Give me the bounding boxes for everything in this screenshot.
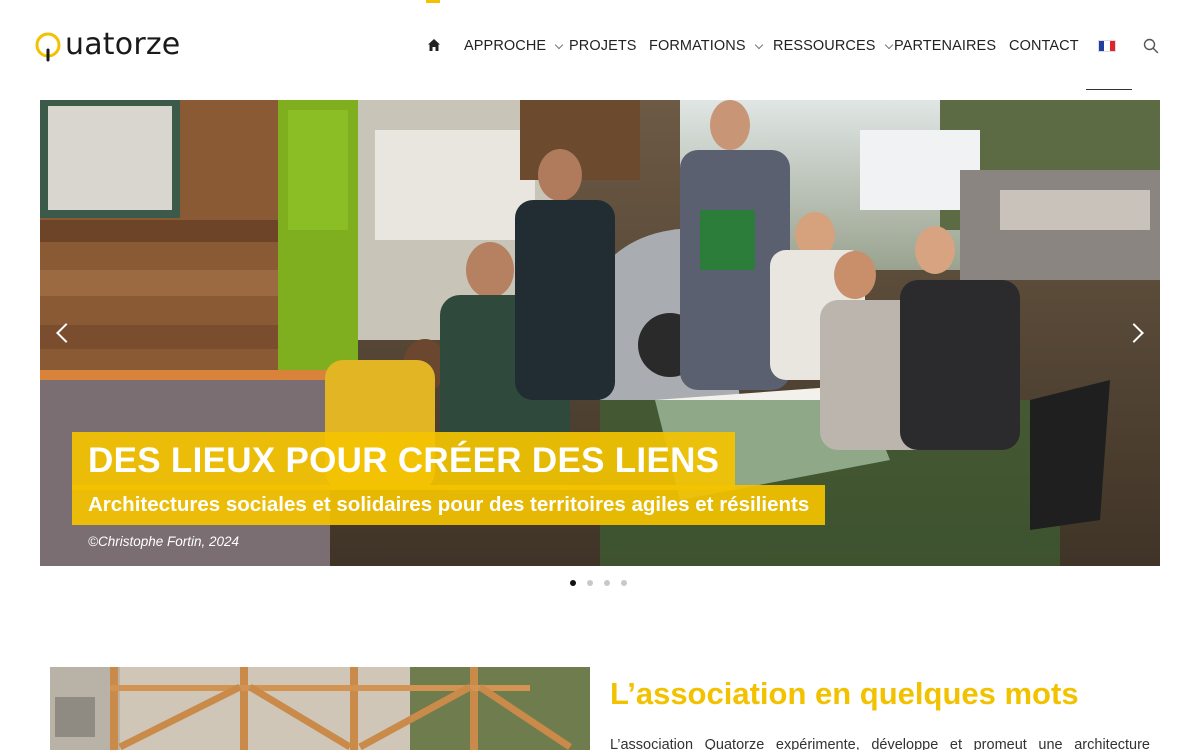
language-underline — [1086, 89, 1132, 90]
nav-label: RESSOURCES — [773, 38, 876, 54]
nav-label: PARTENAIRES — [894, 38, 997, 54]
site-logo[interactable]: uatorze — [34, 28, 180, 62]
nav-item-contact[interactable]: CONTACT — [1009, 36, 1079, 56]
active-page-marker — [426, 0, 440, 3]
slider-dot-4[interactable] — [621, 580, 627, 586]
about-photo — [50, 667, 590, 750]
hero-slider: DES LIEUX POUR CRÉER DES LIENS Architect… — [40, 100, 1160, 566]
logo-text: uatorze — [65, 27, 181, 62]
about-heading: L’association en quelques mots — [610, 676, 1079, 711]
home-icon[interactable] — [427, 38, 441, 52]
nav-label: FORMATIONS — [649, 38, 746, 54]
chevron-down-icon — [754, 40, 763, 49]
nav-item-partenaires[interactable]: PARTENAIRES — [894, 36, 996, 56]
chevron-down-icon — [554, 40, 564, 49]
slider-dot-1[interactable] — [570, 580, 576, 586]
nav-item-approche[interactable]: APPROCHE — [464, 36, 564, 56]
slider-prev-button[interactable] — [52, 320, 76, 346]
search-icon[interactable] — [1143, 38, 1159, 54]
nav-item-projets[interactable]: PROJETS — [569, 36, 637, 56]
photo-credit: ©Christophe Fortin, 2024 — [88, 534, 240, 549]
nav-item-ressources[interactable]: RESSOURCES — [773, 36, 893, 56]
slider-next-button[interactable] — [1124, 320, 1148, 346]
nav-label: PROJETS — [569, 38, 637, 54]
hero-title: DES LIEUX POUR CRÉER DES LIENS — [88, 441, 720, 480]
hero-title-box: DES LIEUX POUR CRÉER DES LIENS — [72, 432, 736, 490]
nav-label: APPROCHE — [464, 38, 547, 54]
slider-pagination — [570, 580, 627, 586]
hero-subtitle-box: Architectures sociales et solidaires pou… — [72, 485, 826, 525]
slider-dot-3[interactable] — [604, 580, 610, 586]
about-text: L’association Quatorze expérimente, déve… — [610, 737, 1150, 750]
nav-item-formations[interactable]: FORMATIONS — [649, 36, 763, 56]
logo-q-mark — [35, 32, 61, 62]
timber-structure-photo — [50, 667, 590, 750]
chevron-down-icon — [884, 40, 893, 49]
nav-label: CONTACT — [1009, 38, 1079, 54]
hero-subtitle: Architectures sociales et solidaires pou… — [88, 493, 810, 516]
slider-dot-2[interactable] — [587, 580, 593, 586]
french-flag-icon[interactable] — [1098, 40, 1116, 52]
